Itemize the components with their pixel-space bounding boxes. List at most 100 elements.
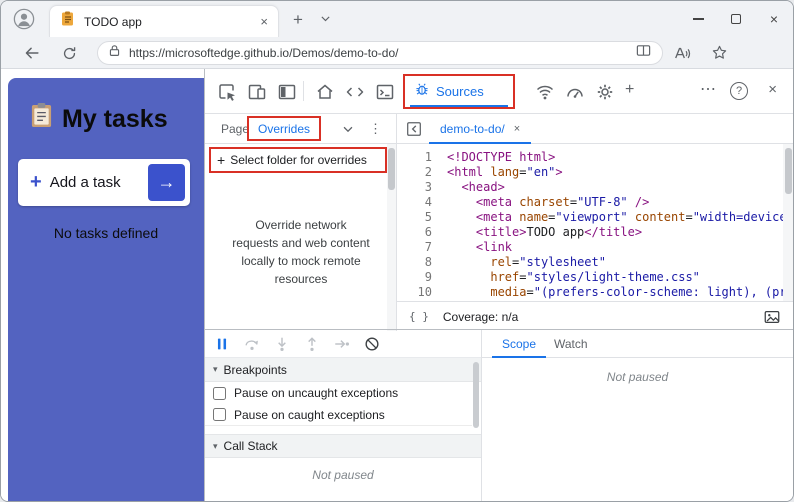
more-tools-button[interactable]: + [625, 80, 634, 100]
pretty-print-icon[interactable]: { } [409, 310, 429, 323]
add-task-button[interactable]: + Add a task → [18, 159, 190, 206]
sources-navigator: Page Overrides ⋮ + Select folder for ove… [205, 114, 397, 331]
toggle-navigator-icon[interactable] [405, 120, 423, 138]
code-line: <meta name="viewport" content="width=dev… [475, 210, 783, 224]
empty-tasks-message: No tasks defined [53, 225, 159, 241]
code-line: media="(prefers-color-scheme: light), (p… [490, 285, 783, 299]
inspect-icon[interactable] [217, 82, 237, 102]
devtools-close-icon[interactable]: × [768, 80, 777, 100]
minimize-icon [692, 18, 704, 20]
elements-tab-icon[interactable] [345, 82, 365, 102]
step-out-icon[interactable] [303, 335, 321, 353]
page-title: My tasks [30, 102, 168, 136]
welcome-home-icon[interactable] [315, 82, 335, 102]
scope-watch-pane: Scope Watch Not paused [482, 330, 793, 501]
select-folder-button[interactable]: + Select folder for overrides [209, 147, 387, 173]
pause-caught-label: Pause on caught exceptions [234, 407, 385, 422]
favorites-star-icon[interactable] [711, 44, 728, 66]
call-stack-not-paused: Not paused [312, 468, 374, 482]
step-over-icon[interactable] [243, 335, 261, 353]
debugger-pane: ▾ Breakpoints Pause on uncaught exceptio… [205, 330, 482, 501]
code-line: <!DOCTYPE html> [447, 150, 556, 164]
page-title-text: My tasks [62, 104, 168, 133]
more-options-icon[interactable]: ⋯ [700, 80, 716, 100]
minimize-button[interactable] [679, 1, 717, 37]
code-view[interactable]: 1 2 3 4 5 6 7 8 9 10 <!DOCTYPE html> <html lang="e… [397, 144, 783, 301]
submit-task-button[interactable]: → [148, 164, 185, 201]
more-tabs-chevron-icon[interactable] [341, 122, 355, 141]
scrollbar-thumb[interactable] [784, 148, 792, 194]
profile-avatar-icon[interactable] [13, 8, 35, 30]
editor-tab-close-icon[interactable]: × [514, 123, 520, 135]
add-task-label: Add a task [49, 174, 121, 191]
image-icon[interactable] [763, 308, 781, 326]
gear-icon[interactable] [595, 82, 615, 102]
toolbar-separator [303, 81, 304, 101]
code-lines: <!DOCTYPE html> <html lang="en"> <head> <… [441, 144, 783, 301]
navigator-kebab-icon[interactable]: ⋮ [369, 114, 382, 144]
address-bar-row: https://microsoftedge.github.io/Demos/de… [1, 37, 793, 69]
deactivate-breakpoints-icon[interactable] [363, 335, 381, 353]
tab-watch[interactable]: Watch [544, 330, 598, 358]
call-stack-section-header[interactable]: ▾ Call Stack [205, 434, 481, 458]
navigator-scrollbar[interactable] [387, 144, 396, 331]
network-tab-icon[interactable] [535, 82, 555, 102]
line-number: 9 [424, 270, 432, 284]
code-line: <head> [461, 180, 505, 194]
bug-icon [414, 81, 430, 102]
clipboard-icon [30, 102, 53, 136]
browser-titlebar: TODO app × + × [1, 1, 793, 37]
tab-overrides[interactable]: Overrides [247, 116, 322, 141]
browser-tab[interactable]: TODO app × [49, 5, 279, 37]
tab-close-icon[interactable]: × [260, 15, 268, 28]
code-line: <html lang="en"> [447, 165, 563, 179]
line-number: 8 [424, 255, 432, 269]
code-line: <meta charset="UTF-8" /> [475, 195, 650, 209]
help-icon[interactable]: ? [730, 82, 748, 100]
refresh-icon[interactable] [61, 45, 78, 67]
code-gutter: 1 2 3 4 5 6 7 8 9 10 [397, 144, 441, 301]
sources-tab[interactable]: Sources [403, 74, 515, 109]
editor-tab-demo-to-do[interactable]: demo-to-do/ × [429, 114, 532, 144]
breakpoints-section-header[interactable]: ▾ Breakpoints [205, 358, 481, 382]
source-editor: demo-to-do/ × 1 2 3 4 5 6 7 8 9 10 <!DOCTYPE html… [397, 114, 793, 331]
pause-caught-checkbox[interactable] [213, 408, 226, 421]
step-into-icon[interactable] [273, 335, 291, 353]
performance-tab-icon[interactable] [565, 82, 585, 102]
code-line: href="styles/light-theme.css" [490, 270, 700, 284]
step-icon[interactable] [333, 335, 351, 353]
window-close-button[interactable]: × [755, 1, 793, 37]
plus-icon: + [30, 171, 42, 193]
devtools-panel: Sources + ⋯ ? × Page Overrides ⋮ + Selec… [204, 69, 793, 501]
tab-actions-chevron-icon[interactable] [319, 12, 332, 30]
line-number: 1 [424, 150, 432, 164]
url-text[interactable]: https://microsoftedge.github.io/Demos/de… [129, 46, 627, 60]
console-tab-icon[interactable] [375, 82, 395, 102]
active-tab-underline [410, 104, 508, 107]
debugger-scrollbar-thumb[interactable] [473, 362, 479, 428]
tab-scope[interactable]: Scope [492, 330, 547, 358]
code-line: rel="stylesheet" [490, 255, 606, 269]
maximize-button[interactable] [717, 1, 755, 37]
code-line: <title>TODO app</title> [475, 225, 643, 239]
editor-tab-label: demo-to-do/ [440, 122, 505, 136]
new-tab-button[interactable]: + [293, 10, 303, 30]
back-icon[interactable] [23, 44, 41, 67]
address-bar[interactable]: https://microsoftedge.github.io/Demos/de… [97, 41, 663, 65]
pause-uncaught-checkbox[interactable] [213, 386, 226, 400]
split-screen-icon[interactable] [635, 42, 652, 64]
triangle-down-icon: ▾ [213, 440, 218, 451]
scrollbar-thumb[interactable] [388, 148, 395, 190]
browser-window: TODO app × + × https://microsoftedge.git… [0, 0, 794, 502]
maximize-icon [731, 14, 741, 24]
device-emulation-icon[interactable] [247, 82, 267, 102]
line-number: 6 [424, 225, 432, 239]
lock-icon[interactable] [108, 44, 121, 62]
pause-icon[interactable] [213, 335, 231, 353]
panel-layout-icon[interactable] [277, 82, 297, 102]
select-folder-label: Select folder for overrides [230, 153, 367, 167]
read-aloud-icon[interactable] [673, 44, 691, 67]
window-controls: × [679, 1, 793, 37]
tab-page[interactable]: Page [221, 114, 249, 144]
editor-scrollbar[interactable] [783, 144, 793, 301]
